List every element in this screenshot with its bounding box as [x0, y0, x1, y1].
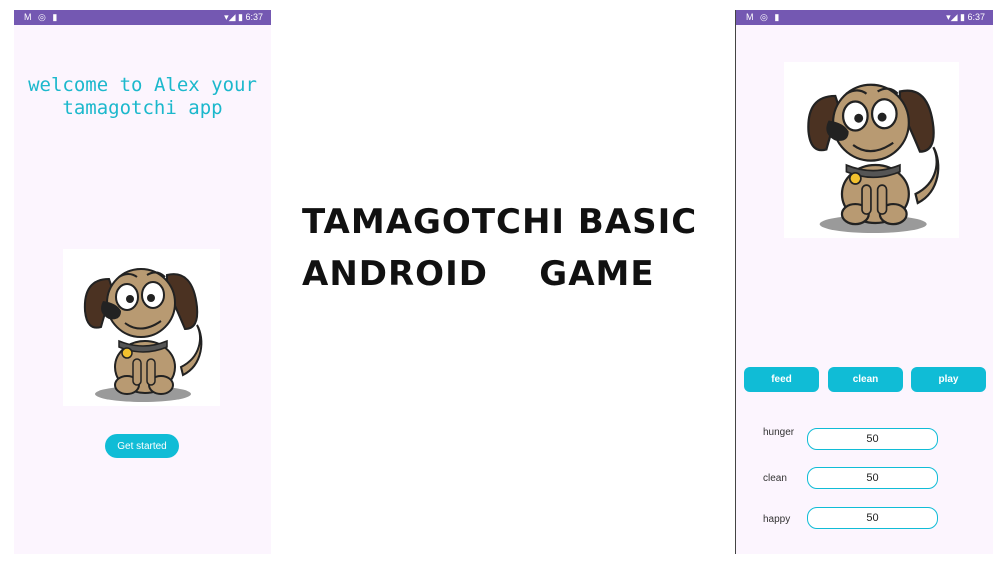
notification-icons: M ◎ ▮ [24, 12, 60, 22]
page-title: TAMAGOTCHI BASIC ANDROID GAME [302, 196, 697, 300]
welcome-line-2: tamagotchi app [62, 97, 223, 119]
status-right: ▾◢ ▮ 6:37 [946, 12, 985, 22]
title-line-1: TAMAGOTCHI BASIC [302, 202, 698, 242]
get-started-button[interactable]: Get started [105, 434, 179, 458]
hunger-field[interactable]: 50 [807, 428, 938, 450]
dog-illustration [63, 249, 220, 406]
welcome-line-1: welcome to Alex your [28, 74, 257, 96]
dog-illustration [784, 62, 959, 238]
feed-button[interactable]: feed [744, 367, 819, 392]
play-button[interactable]: play [911, 367, 986, 392]
clean-field[interactable]: 50 [807, 467, 938, 489]
welcome-screen: M ◎ ▮ ▾◢ ▮ 6:37 welcome to Alex your tam… [14, 10, 271, 554]
title-line-2: ANDROID GAME [302, 254, 655, 294]
status-bar: M ◎ ▮ ▾◢ ▮ 6:37 [736, 10, 993, 25]
happy-field[interactable]: 50 [807, 507, 938, 529]
notification-icons: M ◎ ▮ [746, 12, 782, 22]
hunger-label: hunger [763, 427, 795, 438]
clean-label: clean [763, 473, 787, 484]
status-bar: M ◎ ▮ ▾◢ ▮ 6:37 [14, 10, 271, 25]
welcome-text: welcome to Alex your tamagotchi app [14, 74, 271, 120]
clean-button[interactable]: clean [828, 367, 903, 392]
status-right: ▾◢ ▮ 6:37 [224, 12, 263, 22]
game-screen: M ◎ ▮ ▾◢ ▮ 6:37 feed clean play hunger 5… [735, 10, 993, 554]
happy-label: happy [763, 514, 791, 525]
